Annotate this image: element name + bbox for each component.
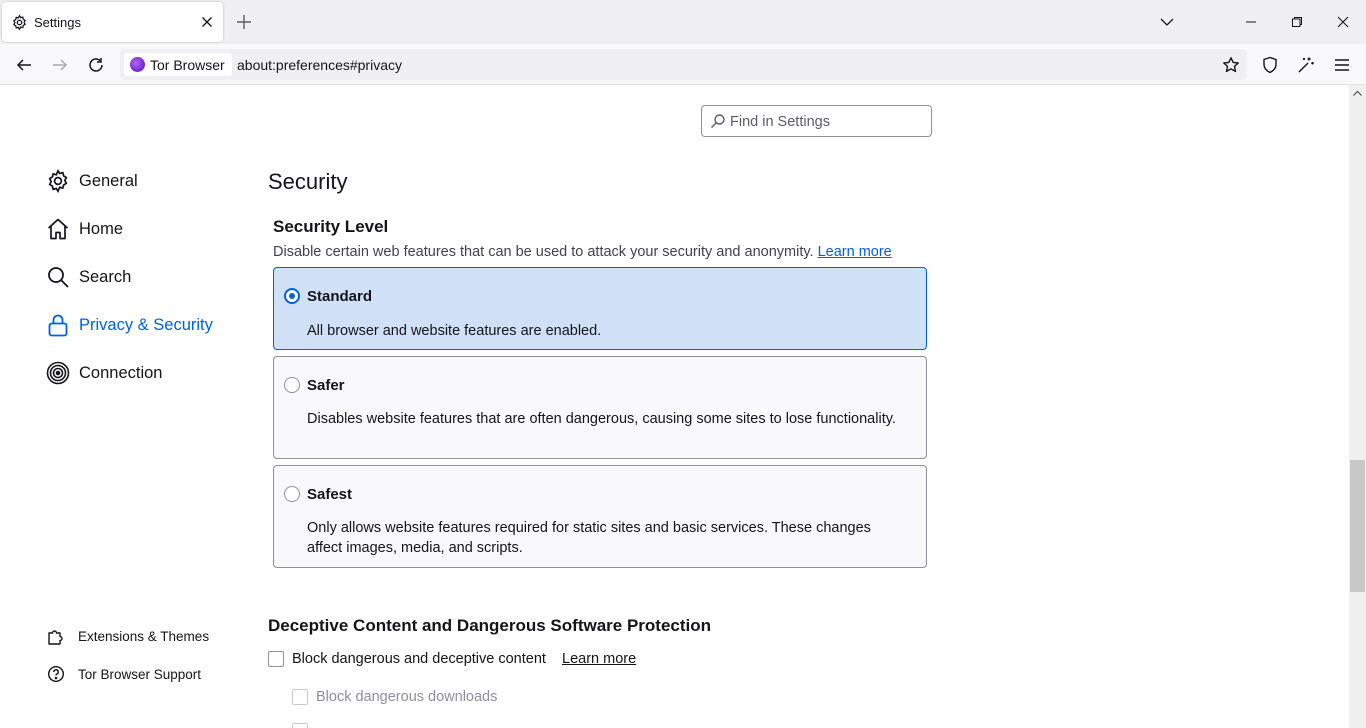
- sidebar-item-search[interactable]: Search: [45, 261, 131, 293]
- find-in-settings-input[interactable]: Find in Settings: [701, 105, 932, 137]
- navigation-toolbar: Tor Browser about:preferences#privacy: [0, 44, 1366, 85]
- block-deceptive-label[interactable]: Block dangerous and deceptive content: [292, 651, 546, 667]
- level-description: Only allows website features required fo…: [307, 520, 871, 556]
- close-tab-icon[interactable]: [199, 14, 215, 30]
- level-name: Safer: [307, 377, 345, 394]
- sidebar-item-label: Connection: [79, 363, 163, 382]
- sidebar-item-connection[interactable]: Connection: [45, 357, 162, 389]
- lock-icon: [45, 312, 71, 338]
- identity-box[interactable]: Tor Browser: [124, 53, 232, 76]
- deceptive-content-heading: Deceptive Content and Dangerous Software…: [268, 616, 712, 635]
- scrollbar-thumb[interactable]: [1350, 460, 1365, 592]
- security-level-heading: Security Level: [273, 217, 389, 236]
- block-downloads-label[interactable]: Block dangerous downloads: [316, 689, 497, 705]
- minimize-icon[interactable]: [1228, 0, 1274, 44]
- security-learn-more-link[interactable]: Learn more: [818, 244, 892, 260]
- sidebar-item-label: General: [79, 171, 138, 190]
- onion-icon: [45, 360, 71, 386]
- url-bar[interactable]: Tor Browser about:preferences#privacy: [120, 49, 1247, 80]
- next-option-checkbox[interactable]: [292, 723, 308, 728]
- chevron-down-icon[interactable]: [1144, 0, 1190, 44]
- block-deceptive-checkbox[interactable]: [268, 651, 284, 667]
- scrollbar-track[interactable]: [1349, 85, 1366, 728]
- security-level-safest[interactable]: Safest Only allows website features requ…: [273, 465, 927, 568]
- home-icon: [45, 216, 71, 242]
- search-icon: [710, 113, 726, 129]
- security-level-safer[interactable]: Safer Disables website features that are…: [273, 356, 927, 459]
- scroll-up-arrow-icon[interactable]: [1352, 88, 1363, 99]
- level-description: Disables website features that are often…: [307, 411, 896, 427]
- safest-radio[interactable]: [284, 486, 300, 502]
- star-icon[interactable]: [1218, 52, 1244, 78]
- new-tab-icon[interactable]: [235, 13, 253, 31]
- gear-icon: [45, 168, 71, 194]
- magic-wand-icon[interactable]: [1293, 52, 1319, 78]
- puzzle-icon: [46, 626, 66, 646]
- sidebar-item-privacy-security[interactable]: Privacy & Security: [45, 309, 213, 341]
- extensions-themes-label: Extensions & Themes: [78, 628, 210, 644]
- sidebar-item-home[interactable]: Home: [45, 213, 123, 245]
- gear-icon: [11, 14, 28, 31]
- description-text: Disable certain web features that can be…: [273, 244, 814, 260]
- identity-label: Tor Browser: [150, 56, 225, 73]
- tor-browser-support-link[interactable]: Tor Browser Support: [46, 663, 201, 685]
- restore-icon[interactable]: [1274, 0, 1320, 44]
- search-icon: [45, 264, 71, 290]
- security-level-standard[interactable]: Standard All browser and website feature…: [273, 267, 927, 350]
- safer-radio[interactable]: [284, 377, 300, 393]
- help-icon: [46, 664, 66, 684]
- url-text[interactable]: about:preferences#privacy: [237, 57, 402, 73]
- deceptive-learn-more-link[interactable]: Learn more: [562, 651, 636, 667]
- tab-title: Settings: [34, 15, 81, 30]
- extensions-themes-link[interactable]: Extensions & Themes: [46, 625, 209, 647]
- level-name: Safest: [307, 486, 353, 503]
- tab-settings[interactable]: Settings: [2, 2, 223, 42]
- standard-radio[interactable]: [284, 288, 300, 304]
- forward-icon[interactable]: [47, 52, 73, 78]
- find-placeholder: Find in Settings: [730, 114, 830, 130]
- sidebar-item-label: Home: [79, 219, 124, 238]
- back-icon[interactable]: [11, 52, 37, 78]
- tab-bar: Settings: [0, 0, 1366, 44]
- hamburger-menu-icon[interactable]: [1329, 52, 1355, 78]
- security-heading: Security: [268, 169, 348, 194]
- settings-page: Find in Settings General Home Search Pri…: [0, 85, 1349, 728]
- reload-icon[interactable]: [83, 52, 109, 78]
- sidebar-item-label: Privacy & Security: [79, 315, 213, 334]
- sidebar-item-general[interactable]: General: [45, 165, 138, 197]
- shield-icon[interactable]: [1257, 52, 1283, 78]
- tor-browser-icon: [130, 57, 145, 72]
- tor-browser-support-label: Tor Browser Support: [78, 666, 202, 682]
- sidebar-item-label: Search: [79, 267, 132, 286]
- close-icon[interactable]: [1320, 0, 1366, 44]
- level-description: All browser and website features are ena…: [307, 323, 602, 339]
- block-downloads-checkbox[interactable]: [292, 689, 308, 705]
- security-level-description: Disable certain web features that can be…: [273, 244, 892, 260]
- level-name: Standard: [307, 288, 373, 305]
